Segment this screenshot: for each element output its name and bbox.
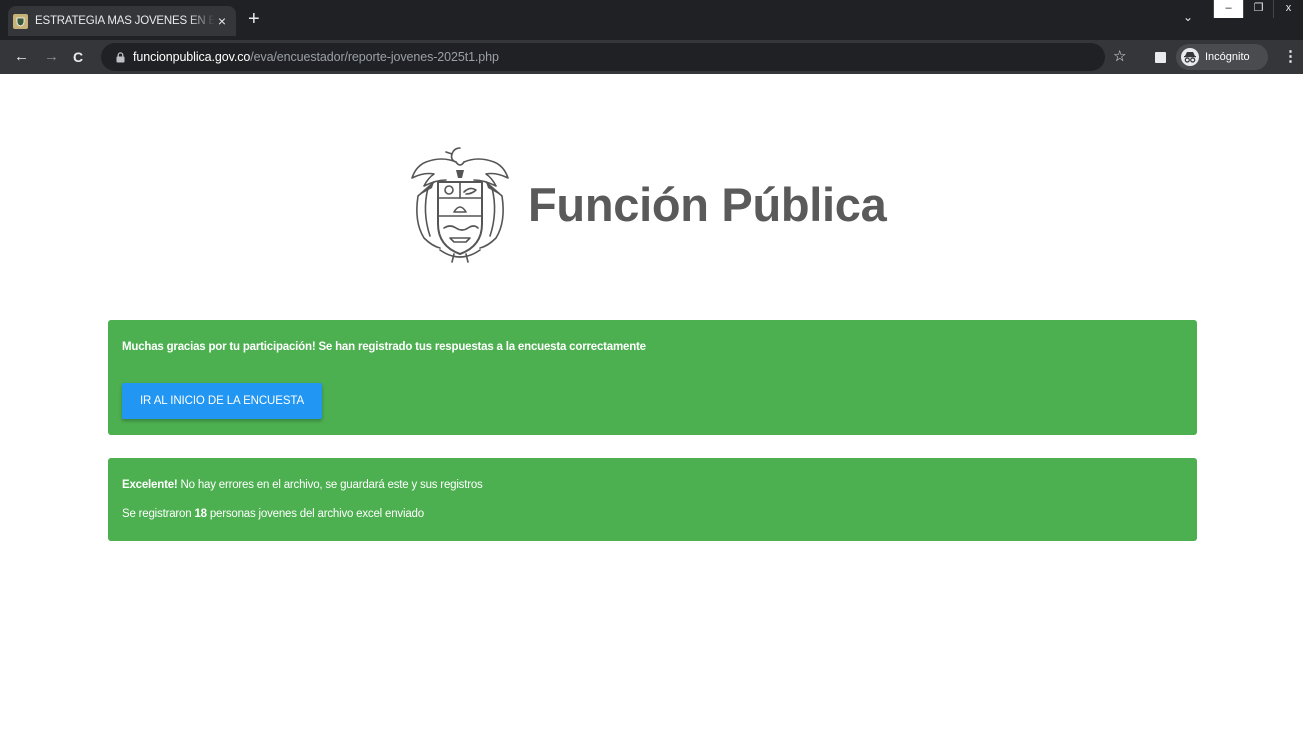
file-result-alert: Excelente! No hay errores en el archivo,… (108, 458, 1197, 541)
file-status-message: Excelente! No hay errores en el archivo,… (122, 479, 483, 491)
forward-arrow-icon[interactable]: → (44, 48, 59, 66)
window-close-button[interactable]: x (1273, 0, 1303, 18)
tab-search-chevron-icon[interactable]: ⌄ (1183, 10, 1193, 24)
registered-count: 18 (194, 508, 207, 520)
window-minimize-button[interactable]: – (1213, 0, 1243, 18)
logo-wordmark: Función Pública (528, 177, 887, 231)
address-bar[interactable]: funcionpublica.gov.co/eva/encuestador/re… (101, 43, 1105, 71)
success-message: Muchas gracias por tu participación! Se … (122, 341, 646, 353)
registered-suffix: personas jovenes del archivo excel envia… (206, 508, 424, 520)
incognito-icon (1181, 48, 1199, 66)
side-panel-icon[interactable] (1155, 52, 1166, 63)
back-arrow-icon[interactable]: ← (14, 48, 29, 66)
tab-title: ESTRATEGIA MÁS JÓVENES EN EL (35, 15, 215, 27)
go-to-survey-start-button[interactable]: IR AL INICIO DE LA ENCUESTA (122, 383, 322, 419)
browser-toolbar: ← → C funcionpublica.gov.co/eva/encuesta… (0, 40, 1303, 74)
site-favicon-icon (13, 13, 28, 29)
success-alert: Muchas gracias por tu participación! Se … (108, 320, 1197, 435)
url-path: /eva/encuestador/reporte-jovenes-2025t1.… (250, 50, 499, 64)
funcion-publica-logo: Función Pública (404, 142, 924, 266)
incognito-label: Incógnito (1205, 51, 1250, 63)
reload-icon[interactable]: C (73, 48, 83, 66)
coat-of-arms-icon (411, 147, 509, 263)
url-text[interactable]: funcionpublica.gov.co/eva/encuestador/re… (133, 50, 499, 64)
file-status-text: No hay errores en el archivo, se guardar… (177, 479, 483, 491)
registered-count-message: Se registraron 18 personas jovenes del a… (122, 508, 424, 520)
window-controls: – ❐ x (1213, 0, 1303, 18)
browser-tab-active[interactable]: ESTRATEGIA MÁS JÓVENES EN EL × (8, 6, 236, 36)
registered-prefix: Se registraron (122, 508, 195, 520)
lock-icon[interactable] (116, 51, 125, 63)
tab-close-icon[interactable]: × (218, 12, 226, 30)
excellent-label: Excelente! (122, 479, 178, 491)
url-host: funcionpublica.gov.co (133, 50, 251, 64)
browser-menu-icon[interactable]: ⋮ (1283, 48, 1298, 66)
browser-tab-strip: ESTRATEGIA MÁS JÓVENES EN EL × + ⌄ – ❐ x (0, 0, 1303, 40)
incognito-profile-chip[interactable]: Incógnito (1176, 44, 1268, 70)
new-tab-button[interactable]: + (248, 8, 260, 30)
window-restore-button[interactable]: ❐ (1243, 0, 1273, 18)
bookmark-star-icon[interactable]: ☆ (1113, 48, 1126, 65)
